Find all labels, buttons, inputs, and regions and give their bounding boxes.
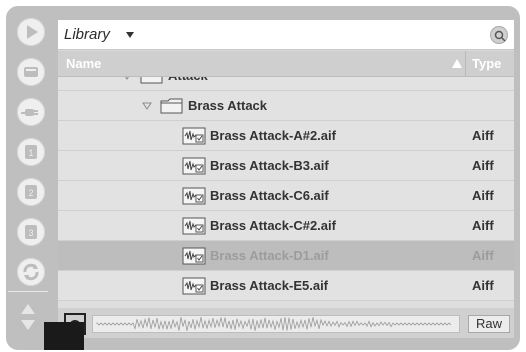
column-name-header[interactable]: Name	[66, 56, 101, 71]
audio-file-icon	[182, 277, 206, 295]
browser-window: 1 2 3 Library Name Type AttackB	[6, 6, 520, 350]
sort-ascending-icon[interactable]	[452, 59, 462, 68]
audio-file-icon	[182, 247, 206, 265]
waveform-display[interactable]	[92, 315, 460, 333]
expand-chevron-icon[interactable]	[122, 77, 132, 80]
row-type: Aiff	[472, 278, 494, 293]
scroll-down-icon[interactable]	[20, 319, 36, 331]
search-button[interactable]	[490, 26, 508, 44]
browser-topbar: Library	[58, 20, 514, 50]
sidebar-divider	[8, 291, 48, 292]
file-row[interactable]: Brass Attack-D1.aif Aiff	[58, 241, 514, 271]
sidebar-scroll-arrows	[20, 303, 36, 335]
row-type: Aiff	[472, 128, 494, 143]
folder-3-icon[interactable]: 3	[17, 218, 45, 246]
audio-file-icon	[182, 187, 206, 205]
svg-text:3: 3	[28, 228, 33, 238]
raw-button[interactable]: Raw	[468, 315, 510, 333]
folder-row[interactable]: Attack	[58, 77, 514, 91]
expand-chevron-icon[interactable]	[142, 102, 152, 110]
column-separator[interactable]	[465, 51, 466, 77]
play-icon[interactable]	[17, 18, 45, 46]
row-name: Brass Attack-A#2.aif	[210, 128, 336, 143]
library-title[interactable]: Library	[64, 26, 110, 43]
scroll-up-icon[interactable]	[20, 303, 36, 315]
folder-row[interactable]: Brass Attack	[58, 91, 514, 121]
file-row[interactable]: Brass Attack-E5.aif Aiff	[58, 271, 514, 301]
file-list: Attack Brass Attack Brass Attack-A#2.aif Ai…	[58, 77, 514, 308]
preview-strip: Raw	[58, 308, 514, 338]
audio-file-icon	[182, 217, 206, 235]
column-header: Name Type	[58, 51, 514, 77]
hard-drive-icon[interactable]	[17, 58, 45, 86]
search-icon	[494, 30, 506, 42]
row-name: Brass Attack	[188, 98, 268, 113]
row-name: Brass Attack-C6.aif	[210, 188, 329, 203]
audio-file-icon	[182, 157, 206, 175]
svg-text:2: 2	[28, 188, 33, 198]
chevron-down-icon[interactable]	[126, 32, 134, 38]
row-type: Aiff	[472, 218, 494, 233]
waveform	[96, 317, 452, 331]
row-name: Brass Attack-C#2.aif	[210, 218, 336, 233]
row-type: Aiff	[472, 248, 494, 263]
waveform-path	[96, 317, 452, 331]
row-name: Brass Attack-D1.aif	[210, 248, 329, 263]
folder-icon	[160, 98, 183, 114]
file-row[interactable]: Brass Attack-A#2.aif Aiff	[58, 121, 514, 151]
row-name: Brass Attack-E5.aif	[210, 278, 329, 293]
file-row[interactable]: Brass Attack-C#2.aif Aiff	[58, 211, 514, 241]
folder-1-icon[interactable]: 1	[17, 138, 45, 166]
svg-text:1: 1	[28, 148, 33, 158]
folder-icon	[140, 77, 163, 84]
browser-sidebar: 1 2 3	[14, 18, 48, 298]
folder-2-icon[interactable]: 2	[17, 178, 45, 206]
column-type-header[interactable]: Type	[472, 56, 501, 71]
row-type: Aiff	[472, 158, 494, 173]
row-name: Attack	[168, 77, 208, 83]
file-row[interactable]: Brass Attack-B3.aif Aiff	[58, 151, 514, 181]
row-name: Brass Attack-B3.aif	[210, 158, 329, 173]
audio-file-icon	[182, 127, 206, 145]
file-row[interactable]: Brass Attack-C6.aif Aiff	[58, 181, 514, 211]
refresh-icon[interactable]	[17, 258, 45, 286]
plugin-icon[interactable]	[17, 98, 45, 126]
browser-panel: Library Name Type Attack Brass Attack Bras…	[58, 20, 514, 308]
row-type: Aiff	[472, 188, 494, 203]
preview-tab-shadow	[44, 322, 84, 350]
